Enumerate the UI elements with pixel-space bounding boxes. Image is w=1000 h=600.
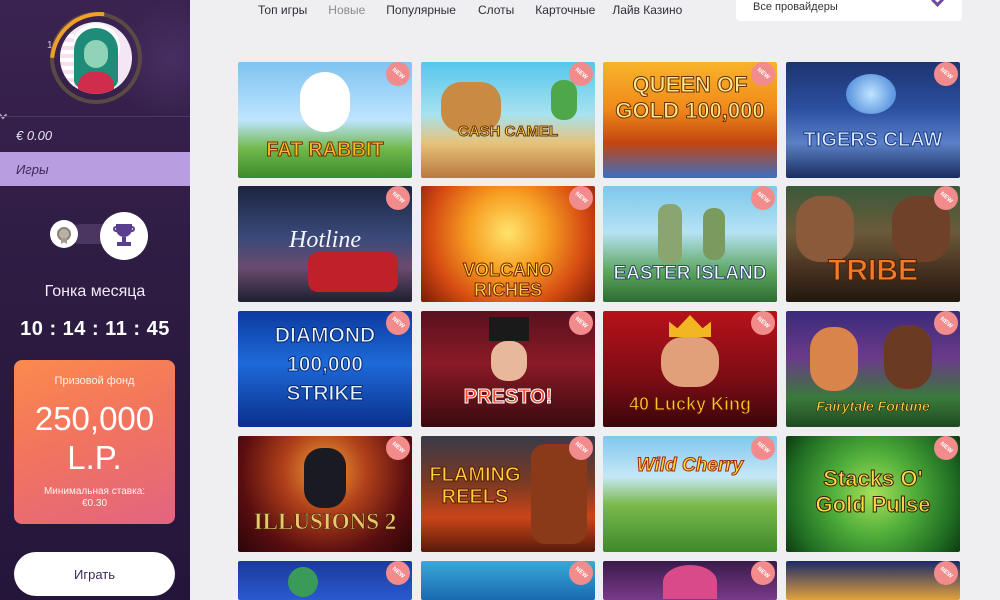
game-title: TIGERS CLAW bbox=[803, 129, 943, 151]
new-badge: NEW bbox=[751, 436, 775, 460]
game-tile[interactable]: NEW bbox=[603, 561, 777, 600]
new-badge: NEW bbox=[751, 62, 775, 86]
game-title: FAT RABBIT bbox=[266, 139, 384, 161]
game-tile[interactable]: Fairytale Fortune NEW bbox=[786, 311, 960, 427]
sidebar: 1 € 0.00 Игры Гонка месяца 10 : 14 : 11 … bbox=[0, 0, 190, 600]
sidebar-item-label: Игры bbox=[16, 162, 49, 177]
new-badge: NEW bbox=[751, 311, 775, 335]
new-badge: NEW bbox=[386, 436, 410, 460]
game-tile[interactable]: EASTER ISLAND NEW bbox=[603, 186, 777, 302]
game-title: Fairytale Fortune bbox=[816, 398, 930, 414]
new-badge: NEW bbox=[934, 186, 958, 210]
balance-value: € 0.00 bbox=[16, 128, 53, 143]
game-tile[interactable]: NEW bbox=[786, 561, 960, 600]
new-badge: NEW bbox=[386, 62, 410, 86]
race-toggle[interactable] bbox=[50, 212, 148, 260]
game-title: TRIBE bbox=[828, 254, 919, 287]
game-title: ILLUSIONS 2 bbox=[253, 509, 397, 534]
prize-label: Призовой фонд bbox=[54, 375, 135, 387]
game-title: Hotline bbox=[289, 227, 361, 253]
sidebar-item-games[interactable]: Игры bbox=[0, 152, 190, 186]
game-tile[interactable]: VOLCANO RICHES NEW bbox=[421, 186, 595, 302]
new-badge: NEW bbox=[934, 311, 958, 335]
new-badge: NEW bbox=[569, 186, 593, 210]
game-tile[interactable]: TIGERS CLAW NEW bbox=[786, 62, 960, 178]
prize-unit: L.P. bbox=[67, 439, 122, 476]
new-badge: NEW bbox=[569, 436, 593, 460]
game-tile[interactable]: Wild Cherry NEW bbox=[603, 436, 777, 552]
tab-top-games[interactable]: Топ игры bbox=[258, 3, 307, 19]
new-badge: NEW bbox=[569, 62, 593, 86]
game-tile[interactable]: Stacks O' Gold Pulse NEW bbox=[786, 436, 960, 552]
game-tile[interactable]: CASH CAMEL NEW bbox=[421, 62, 595, 178]
game-tile[interactable]: Hotline NEW bbox=[238, 186, 412, 302]
new-badge: NEW bbox=[751, 186, 775, 210]
new-badge: NEW bbox=[386, 186, 410, 210]
prize-amount: 250,000 bbox=[34, 400, 155, 437]
game-title: FLAMING REELS bbox=[429, 464, 521, 509]
trophy-icon bbox=[113, 224, 135, 248]
game-title: DIAMOND 100,000 STRIKE bbox=[274, 324, 376, 406]
balance-row[interactable]: € 0.00 bbox=[0, 116, 190, 152]
game-title: VOLCANO RICHES bbox=[463, 260, 554, 301]
game-tile[interactable]: 40 Lucky King NEW bbox=[603, 311, 777, 427]
game-tile[interactable]: DIAMOND 100,000 STRIKE NEW bbox=[238, 311, 412, 427]
race-timer: 10 : 14 : 11 : 45 bbox=[20, 318, 170, 340]
avatar[interactable] bbox=[60, 22, 132, 94]
new-badge: NEW bbox=[569, 311, 593, 335]
prize-card: Призовой фонд 250,000 L.P. Минимальная с… bbox=[14, 360, 175, 524]
tab-live-casino[interactable]: Лайв Казино bbox=[612, 3, 682, 19]
medal-icon bbox=[57, 227, 71, 241]
min-bet-value: €0.30 bbox=[81, 498, 108, 509]
game-tile[interactable]: FAT RABBIT NEW bbox=[238, 62, 412, 178]
new-badge: NEW bbox=[386, 311, 410, 335]
play-button[interactable]: Играть bbox=[14, 552, 175, 596]
game-title: EASTER ISLAND bbox=[613, 263, 767, 284]
trophy-button[interactable] bbox=[100, 212, 148, 260]
new-badge: NEW bbox=[569, 561, 593, 585]
medal-button[interactable] bbox=[50, 220, 78, 248]
new-badge: NEW bbox=[934, 62, 958, 86]
min-bet-label: Минимальная ставка: bbox=[43, 486, 146, 497]
provider-select-value: Все провайдеры bbox=[753, 1, 838, 13]
tab-slots[interactable]: Слоты bbox=[478, 3, 514, 19]
game-title: 40 Lucky King bbox=[628, 394, 752, 414]
tab-popular[interactable]: Популярные bbox=[386, 3, 456, 19]
tab-new[interactable]: Новые bbox=[328, 3, 365, 19]
category-tabs: Топ игры Новые Популярные Слоты Карточны… bbox=[258, 3, 682, 19]
game-tile[interactable]: QUEEN OF GOLD 100,000 NEW bbox=[603, 62, 777, 178]
game-tile[interactable]: TRIBE NEW bbox=[786, 186, 960, 302]
new-badge: NEW bbox=[934, 561, 958, 585]
game-tile[interactable]: NEW bbox=[238, 561, 412, 600]
game-title: QUEEN OF GOLD 100,000 bbox=[615, 72, 765, 124]
game-title: Stacks O' Gold Pulse bbox=[815, 466, 931, 518]
game-title: CASH CAMEL bbox=[458, 123, 559, 140]
game-tile[interactable]: FLAMING REELS NEW bbox=[421, 436, 595, 552]
game-tile[interactable]: ILLUSIONS 2 NEW bbox=[238, 436, 412, 552]
game-tile[interactable]: NEW bbox=[421, 561, 595, 600]
tab-card-games[interactable]: Карточные bbox=[535, 3, 595, 19]
new-badge: NEW bbox=[934, 436, 958, 460]
game-title: Wild Cherry bbox=[636, 455, 744, 476]
race-title: Гонка месяца bbox=[44, 283, 146, 300]
new-badge: NEW bbox=[386, 561, 410, 585]
game-title: PRESTO! bbox=[463, 386, 553, 408]
provider-select[interactable]: Все провайдеры bbox=[736, 0, 962, 21]
game-tile[interactable]: PRESTO! NEW bbox=[421, 311, 595, 427]
chevron-down-icon bbox=[931, 0, 944, 7]
new-badge: NEW bbox=[751, 561, 775, 585]
